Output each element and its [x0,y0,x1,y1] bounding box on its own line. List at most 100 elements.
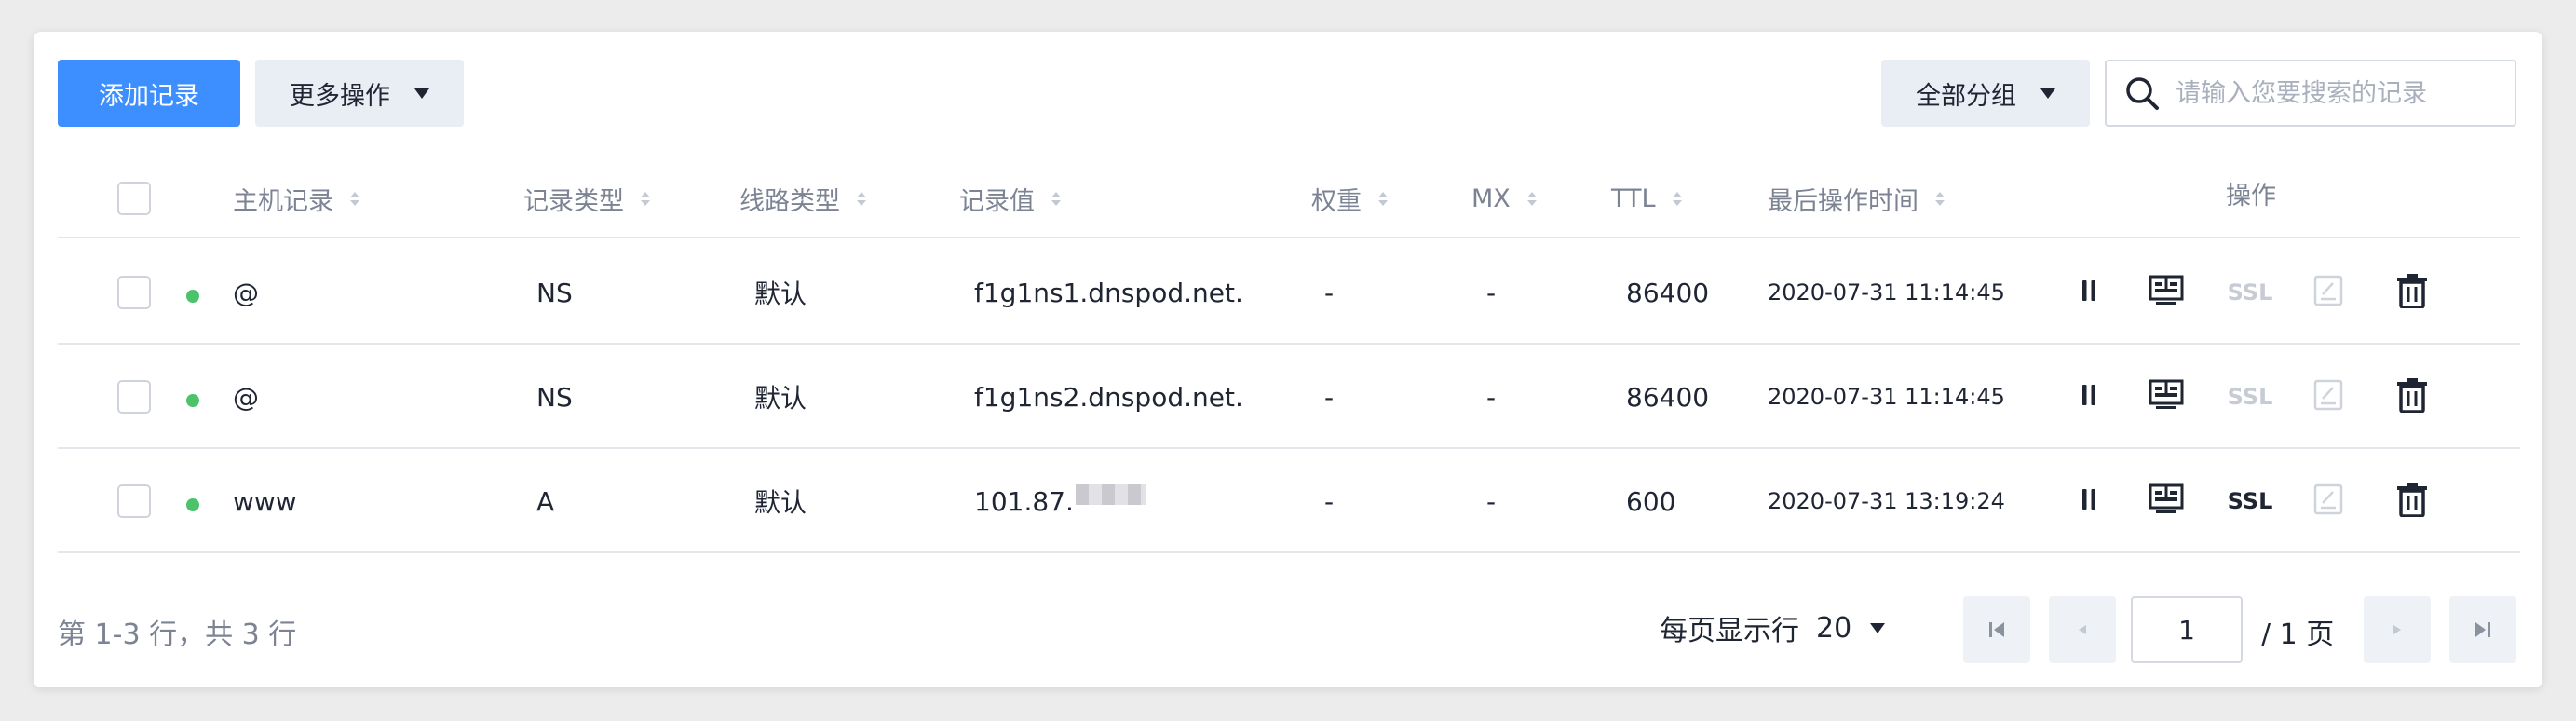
mx-cell: - [1486,485,1497,517]
ssl-button[interactable]: SSL [2220,345,2280,449]
ssl-label: SSL [2227,488,2273,514]
status-dot [186,290,199,303]
ssl-button[interactable]: SSL [2220,240,2280,345]
status-indicator [186,345,199,449]
more-actions-label: 更多操作 [290,81,390,111]
status-dot [186,498,199,511]
sort-icon[interactable] [1051,191,1061,206]
page-number-input[interactable] [2131,596,2243,663]
row-range-text: 第 1-3 行，共 3 行 [58,619,297,651]
updated-cell: 2020-07-31 13:19:24 [1768,488,2005,514]
ssl-label: SSL [2227,384,2273,410]
monitor-button[interactable] [2142,240,2190,345]
column-header-updated[interactable]: 最后操作时间 [1768,158,1945,238]
column-header-label: 操作 [2226,181,2276,211]
group-filter-dropdown[interactable]: 全部分组 [1881,60,2090,127]
group-filter-label: 全部分组 [1916,81,2016,111]
next-page-button[interactable] [2364,596,2431,663]
column-header-label: MX [1471,184,1511,213]
column-header-weight[interactable]: 权重 [1311,158,1388,238]
value-cell: f1g1ns1.dnspod.net. [974,240,1243,345]
row-checkbox[interactable] [117,276,151,309]
sort-icon[interactable] [350,191,359,206]
edit-icon [2312,483,2344,520]
edit-icon [2312,274,2344,311]
more-actions-dropdown[interactable]: 更多操作 [255,60,464,127]
table-row[interactable]: @ NS 默认 f1g1ns2.dnspod.net. - - 86400 2020-07-3… [58,345,2520,449]
dns-records-card: 添加记录 更多操作 全部分组 主机记录 记录类型 线路类型 [34,32,2542,687]
weight-cell: - [1324,381,1335,413]
caret-down-icon[interactable] [1870,622,1886,633]
line-cell: 默认 [754,487,807,518]
edit-button[interactable] [2306,345,2351,449]
column-header-mx[interactable]: MX [1471,158,1537,238]
per-page-selector[interactable]: 每页显示行 20 [1660,607,1886,648]
first-page-icon [1989,622,2004,637]
status-dot [186,394,199,407]
edit-button[interactable] [2306,449,2351,553]
select-all-checkbox[interactable] [117,182,151,215]
sort-icon[interactable] [1378,191,1388,206]
sort-icon[interactable] [857,191,866,206]
column-header-line[interactable]: 线路类型 [739,158,866,238]
status-indicator [186,449,199,553]
sort-icon[interactable] [1526,191,1537,206]
value-text: f1g1ns1.dnspod.net. [974,277,1243,308]
sort-icon[interactable] [1672,191,1682,206]
last-page-icon [2475,622,2490,637]
monitor-button[interactable] [2142,449,2190,553]
ttl-cell: 86400 [1626,277,1710,308]
delete-button[interactable] [2390,449,2434,553]
last-page-button[interactable] [2449,596,2516,663]
row-checkbox[interactable] [117,484,151,518]
pause-icon [2079,382,2099,412]
value-cell: f1g1ns2.dnspod.net. [974,345,1243,449]
first-page-button[interactable] [1963,596,2030,663]
trash-icon [2396,273,2428,312]
host-cell: www [233,485,297,517]
add-record-button[interactable]: 添加记录 [58,60,240,127]
pause-button[interactable] [2069,449,2108,553]
select-all-cell[interactable] [117,158,151,238]
row-checkbox[interactable] [117,380,151,414]
mx-cell: - [1486,381,1497,413]
sort-icon[interactable] [641,191,650,206]
trash-icon [2396,482,2428,521]
per-page-label: 每页显示行 [1660,615,1799,647]
column-header-ttl[interactable]: TTL [1611,158,1682,238]
search-icon [2126,77,2159,110]
caret-down-icon [414,88,429,99]
per-page-value[interactable]: 20 [1816,612,1851,645]
column-header-label: 记录值 [959,186,1035,216]
table-row[interactable]: @ NS 默认 f1g1ns1.dnspod.net. - - 86400 2020-07-3… [58,240,2520,345]
value-text: f1g1ns2.dnspod.net. [974,381,1243,413]
edit-icon [2312,378,2344,415]
ssl-button[interactable]: SSL [2220,449,2280,553]
column-header-label: 权重 [1311,186,1362,216]
line-cell: 默认 [754,383,807,414]
row-select-cell[interactable] [117,240,151,345]
trash-icon [2396,377,2428,416]
value-text: 101.87. [974,485,1074,517]
search-box[interactable] [2105,60,2516,127]
pause-button[interactable] [2069,345,2108,449]
pause-button[interactable] [2069,240,2108,345]
pause-icon [2079,278,2099,307]
weight-cell: - [1324,277,1335,308]
row-select-cell[interactable] [117,345,151,449]
search-input[interactable] [2176,78,2483,108]
column-header-value[interactable]: 记录值 [959,158,1061,238]
column-header-label: 主机记录 [233,186,333,216]
row-select-cell[interactable] [117,449,151,553]
table-row[interactable]: www A 默认 101.87. - - 600 2020-07-31 13:19:24 SSL [58,449,2520,553]
column-header-host[interactable]: 主机记录 [233,158,359,238]
sort-icon[interactable] [1935,191,1945,206]
host-cell: @ [233,381,259,413]
edit-button[interactable] [2306,240,2351,345]
delete-button[interactable] [2390,345,2434,449]
delete-button[interactable] [2390,240,2434,345]
column-header-type[interactable]: 记录类型 [523,158,650,238]
monitor-button[interactable] [2142,345,2190,449]
prev-page-button[interactable] [2049,596,2116,663]
updated-cell: 2020-07-31 11:14:45 [1768,384,2005,410]
